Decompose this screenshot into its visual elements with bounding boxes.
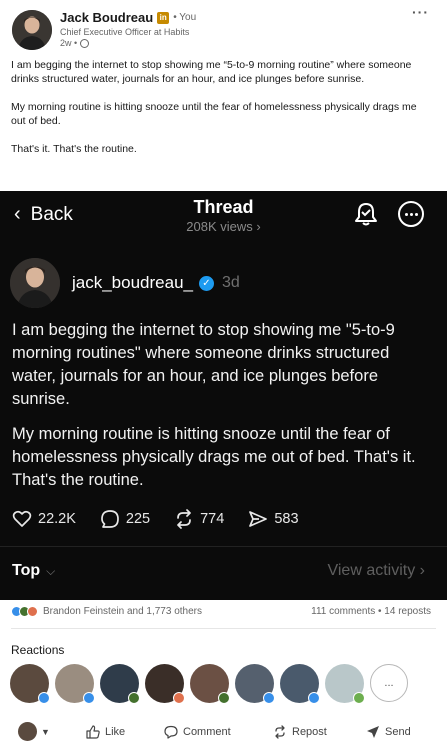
caret-down-icon: ▼	[41, 726, 50, 737]
reactor-avatar[interactable]	[280, 664, 320, 704]
reactor-avatar[interactable]	[325, 664, 365, 704]
reactor-avatar[interactable]	[10, 664, 50, 704]
support-reaction-icon	[353, 692, 365, 704]
globe-icon	[80, 38, 90, 48]
thread-stats: 22.2K 225 774 583	[12, 509, 323, 529]
chevron-down-icon: ⌵	[46, 563, 56, 578]
thread-paragraph: My morning routine is hitting snooze unt…	[12, 425, 416, 489]
author-name[interactable]: Jack Boudreau	[60, 10, 153, 25]
celebrate-reaction-icon	[128, 692, 140, 704]
more-reactions-button[interactable]: ...	[370, 664, 408, 702]
like-button[interactable]: Like	[86, 725, 125, 739]
divider	[11, 628, 436, 629]
thread-divider	[0, 546, 447, 547]
replies-count: 225	[125, 511, 151, 527]
like-reaction-icon	[38, 692, 50, 704]
comment-icon	[164, 725, 178, 739]
reactions-summary[interactable]: Brandon Feinstein and 1,773 others	[11, 606, 202, 617]
more-options-icon[interactable]: ···	[412, 4, 429, 20]
more-icon	[398, 201, 424, 227]
sort-label: Top	[12, 562, 41, 579]
post-time: 2w •	[60, 38, 78, 48]
repost-icon	[177, 509, 191, 529]
thread-title: Thread	[193, 197, 254, 217]
reactor-avatar[interactable]	[145, 664, 185, 704]
repost-button[interactable]: Repost	[273, 725, 327, 739]
likes-count: 22.2K	[38, 511, 76, 527]
actor-switcher[interactable]: ▼	[18, 722, 50, 741]
thread-screenshot-image[interactable]: ‹ Back Thread 208K views › jack_boudreau…	[0, 191, 447, 600]
send-icon	[249, 511, 268, 527]
repost-icon	[275, 725, 285, 739]
send-label: Send	[385, 726, 411, 738]
shares-count: 583	[274, 511, 299, 527]
post-paragraph: I am begging the internet to stop showin…	[11, 59, 412, 85]
bell-icon	[355, 203, 377, 226]
like-label: Like	[105, 726, 126, 738]
reactor-avatar[interactable]	[100, 664, 140, 704]
thread-avatar	[10, 258, 60, 308]
sort-selector: Top ⌵	[12, 562, 55, 580]
premium-badge-icon: in	[157, 11, 170, 24]
repost-label: Repost	[292, 726, 327, 738]
send-icon	[367, 726, 379, 738]
like-reaction-icon	[83, 692, 95, 704]
action-bar: ▼ Like Comment Repost Send	[0, 718, 447, 746]
verified-icon: ✓	[198, 275, 214, 291]
comment-bubble-icon	[101, 510, 119, 528]
reactor-avatar[interactable]	[55, 664, 95, 704]
celebrate-reaction-icon	[218, 692, 230, 704]
you-label: • You	[173, 12, 197, 23]
replies-stat: 225	[100, 509, 150, 529]
view-activity-link: View activity ›	[327, 562, 425, 579]
send-button[interactable]: Send	[366, 725, 411, 739]
post-paragraph: My morning routine is hitting snooze unt…	[11, 101, 417, 127]
post-header: Jack Boudreau in • You Chief Executive O…	[0, 0, 447, 58]
post-text: I am begging the internet to stop showin…	[11, 58, 431, 170]
reaction-icons	[11, 606, 38, 617]
reactor-avatars: ...	[10, 664, 408, 704]
love-reaction-icon	[173, 692, 185, 704]
reposts-stat: 774	[174, 509, 224, 529]
heart-icon	[12, 510, 32, 527]
thumbs-up-icon	[86, 725, 100, 739]
thread-user: jack_boudreau_ ✓ 3d	[72, 273, 240, 293]
reactions-heading: Reactions	[11, 643, 65, 657]
thread-paragraph: I am begging the internet to stop showin…	[12, 321, 395, 408]
thread-username: jack_boudreau_	[72, 273, 193, 292]
social-counts: Brandon Feinstein and 1,773 others 111 c…	[11, 606, 431, 617]
like-reaction-icon	[308, 692, 320, 704]
love-reaction-icon	[27, 606, 38, 617]
thread-views: 208K views ›	[186, 219, 261, 234]
likes-stat: 22.2K	[12, 509, 76, 529]
post-meta: 2w •	[60, 38, 90, 48]
shares-stat: 583	[248, 509, 299, 529]
thread-age: 3d	[221, 274, 240, 291]
author-avatar[interactable]	[12, 10, 52, 50]
user-avatar	[18, 722, 37, 741]
author-headline: Chief Executive Officer at Habits	[60, 27, 190, 37]
reposts-count: 774	[200, 511, 225, 527]
reactor-avatar[interactable]	[190, 664, 230, 704]
thread-body: I am begging the internet to stop showin…	[12, 319, 430, 504]
post-paragraph: That's it. That's the routine.	[11, 143, 137, 155]
reactor-avatar[interactable]	[235, 664, 275, 704]
comment-button[interactable]: Comment	[164, 725, 231, 739]
like-reaction-icon	[263, 692, 275, 704]
comment-label: Comment	[183, 726, 231, 738]
reactors-text[interactable]: Brandon Feinstein and 1,773 others	[43, 606, 202, 617]
comments-reposts-count[interactable]: 111 comments • 14 reposts	[311, 606, 431, 617]
